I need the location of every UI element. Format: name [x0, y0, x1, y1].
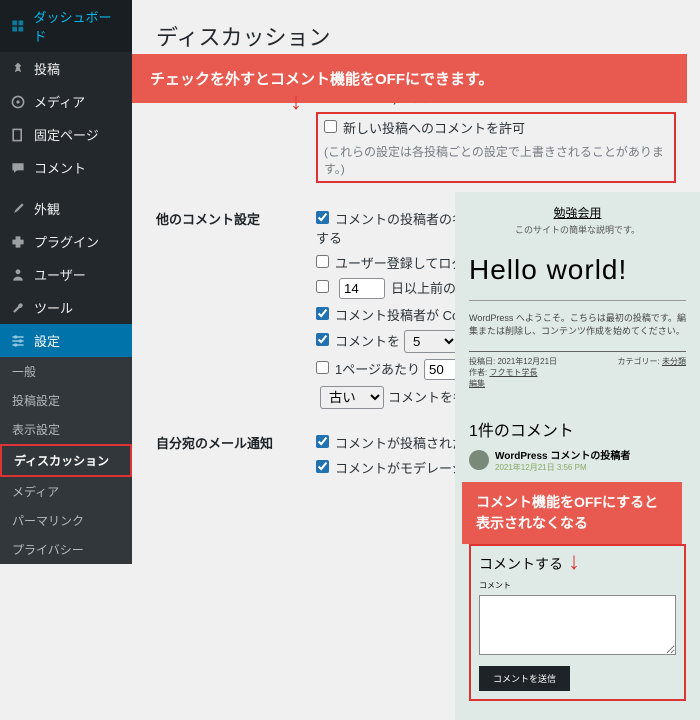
menu-plugins[interactable]: プラグイン [0, 225, 132, 258]
menu-label: プラグイン [34, 232, 99, 251]
page-icon [10, 127, 26, 143]
arrow-down-icon: ↓ [568, 548, 580, 576]
admin-sidebar: ダッシュボード 投稿 メディア 固定ページ コメント 外観 プラグイン ユーザー… [0, 0, 132, 425]
brush-icon [10, 201, 26, 217]
meta-cat[interactable]: 未分類 [662, 357, 686, 366]
opt-allow-comments[interactable]: 新しい投稿へのコメントを許可 [324, 118, 668, 137]
levels-select[interactable]: 5 [404, 330, 458, 353]
meta-cat-label: カテゴリー: [618, 357, 660, 366]
allow-comments-checkbox[interactable] [324, 120, 337, 133]
comment-textarea[interactable] [479, 595, 676, 655]
submenu-discussion[interactable]: ディスカッション [0, 444, 132, 477]
comment-item: WordPress コメントの投稿者 2021年12月21日 3:56 PM [469, 447, 686, 473]
submenu-general[interactable]: 一般 [0, 357, 132, 386]
pin-icon [10, 61, 26, 77]
require-login-checkbox[interactable] [316, 255, 329, 268]
comment-textarea-label: コメント [479, 580, 676, 591]
comment-icon [10, 160, 26, 176]
submenu-permalink[interactable]: パーマリンク [0, 506, 132, 535]
other-label: 他のコメント設定 [156, 209, 316, 415]
hint-override: (これらの設定は各投稿ごとの設定で上書きされることがあります。) [324, 143, 668, 177]
menu-appearance[interactable]: 外観 [0, 192, 132, 225]
cookie-checkbox[interactable] [316, 307, 329, 320]
mail-label: 自分宛のメール通知 [156, 433, 316, 483]
meta-date-label: 投稿日: [469, 357, 495, 366]
highlight-allow-comments: 新しい投稿へのコメントを許可 (これらの設定は各投稿ごとの設定で上書きされること… [316, 112, 676, 183]
site-tagline: このサイトの簡単な説明です。 [469, 223, 686, 236]
frontend-preview: 勉強会用 このサイトの簡単な説明です。 Hello world! WordPre… [455, 192, 700, 720]
submenu-privacy[interactable]: プライバシー [0, 535, 132, 564]
media-icon [10, 94, 26, 110]
opt-label: コメントを [335, 334, 400, 349]
post-excerpt: WordPress へようこそ。こちらは最初の投稿です。編集または削除し、コンテ… [469, 311, 686, 337]
menu-posts[interactable]: 投稿 [0, 52, 132, 85]
submenu-media[interactable]: メディア [0, 477, 132, 506]
arrow-down-icon: ↓ [290, 88, 302, 116]
meta-author[interactable]: フクモト学長 [489, 368, 537, 377]
submenu-writing[interactable]: 投稿設定 [0, 386, 132, 415]
threaded-checkbox[interactable] [316, 333, 329, 346]
comment-date: 2021年12月21日 3:56 PM [495, 462, 630, 473]
post-title[interactable]: Hello world! [469, 254, 686, 301]
comments-heading: 1件のコメント [469, 417, 686, 441]
paginate-checkbox[interactable] [316, 361, 329, 374]
menu-users[interactable]: ユーザー [0, 258, 132, 291]
sliders-icon [10, 333, 26, 349]
plugin-icon [10, 234, 26, 250]
callout-hidden: コメント機能をOFFにすると表示されなくなる [462, 482, 682, 544]
menu-dashboard[interactable]: ダッシュボード [0, 0, 132, 52]
commenter-name[interactable]: WordPress コメントの投稿者 [495, 447, 630, 462]
close-old-checkbox[interactable] [316, 280, 329, 293]
submit-comment-button[interactable]: コメントを送信 [479, 666, 570, 691]
menu-label: 固定ページ [34, 125, 99, 144]
menu-comments[interactable]: コメント [0, 151, 132, 184]
menu-pages[interactable]: 固定ページ [0, 118, 132, 151]
menu-settings[interactable]: 設定 [0, 324, 132, 357]
menu-label: ダッシュボード [34, 7, 122, 45]
callout-turn-off: チェックを外すとコメント機能をOFFにできます。 [132, 54, 687, 103]
page-title: ディスカッション [156, 20, 676, 52]
menu-label: 設定 [34, 331, 60, 350]
opt-label: 新しい投稿へのコメントを許可 [343, 121, 525, 136]
post-meta: 投稿日: 2021年12月21日 作者: フクモト学長 編集 カテゴリー: 未分… [469, 351, 686, 389]
menu-media[interactable]: メディア [0, 85, 132, 118]
user-icon [10, 267, 26, 283]
menu-label: 投稿 [34, 59, 60, 78]
submenu-reading[interactable]: 表示設定 [0, 415, 132, 444]
meta-date: 2021年12月21日 [497, 357, 557, 366]
mail-moderation-checkbox[interactable] [316, 460, 329, 473]
require-name-checkbox[interactable] [316, 211, 329, 224]
mail-posted-checkbox[interactable] [316, 435, 329, 448]
menu-tools[interactable]: ツール [0, 291, 132, 324]
settings-submenu: 一般 投稿設定 表示設定 ディスカッション メディア パーマリンク プライバシー [0, 357, 132, 564]
days-input[interactable] [339, 278, 385, 299]
avatar [469, 450, 489, 470]
menu-label: ユーザー [34, 265, 86, 284]
opt-label: 1ページあたり [335, 362, 420, 377]
menu-label: コメント [34, 158, 86, 177]
wrench-icon [10, 300, 26, 316]
edit-link[interactable]: 編集 [469, 379, 485, 388]
meta-author-label: 作者: [469, 368, 487, 377]
sort-select[interactable]: 古い [320, 386, 384, 409]
menu-label: ツール [34, 298, 73, 317]
menu-label: 外観 [34, 199, 60, 218]
site-name[interactable]: 勉強会用 [469, 204, 686, 221]
dashboard-icon [10, 18, 26, 34]
menu-label: メディア [34, 92, 85, 111]
